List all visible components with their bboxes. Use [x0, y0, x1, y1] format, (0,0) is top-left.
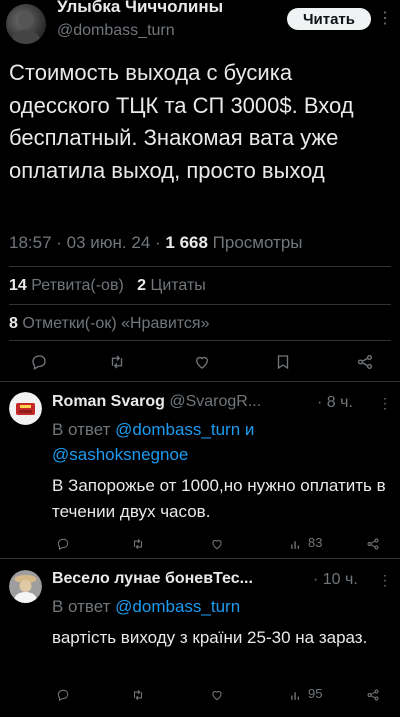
bookmark-icon[interactable] — [270, 350, 296, 374]
share-icon[interactable] — [360, 683, 386, 707]
reply-avatar[interactable] — [9, 570, 42, 603]
retweets-link[interactable]: 14 Ретвита(-ов) — [9, 277, 124, 294]
views-icon[interactable] — [282, 683, 308, 707]
reply-time: · 8 ч. — [317, 394, 353, 411]
retweet-icon[interactable] — [125, 532, 151, 556]
reply-author[interactable]: Roman Svarog @SvarogR... — [52, 393, 261, 411]
share-icon[interactable] — [352, 350, 378, 374]
likes-stats[interactable]: 8 Отметки(-ок) «Нравится» — [9, 315, 209, 333]
likes-count: 8 — [9, 315, 18, 332]
tweet-meta: 18:57 · 03 июн. 24 · 1 668 Просмотры — [9, 233, 303, 253]
like-icon[interactable] — [189, 350, 215, 374]
reply-author-handle: @SvarogR... — [164, 393, 262, 410]
reply-item[interactable]: Весело лунае боневТес... · 10 ч. ⋮ В отв… — [0, 559, 400, 717]
retweets-label: Ретвита(-ов) — [26, 277, 124, 294]
more-icon[interactable]: ⋮ — [378, 395, 392, 412]
reply-author[interactable]: Весело лунае боневТес... — [52, 570, 253, 588]
more-icon[interactable]: ⋮ — [375, 9, 395, 29]
reply-avatar[interactable] — [9, 392, 42, 425]
reply-text: вартість виходу з країни 25-30 на зараз. — [52, 628, 368, 647]
tweet-header: Улыбка Чиччолины @dombass_turn Читать ⋮ — [0, 0, 400, 44]
reply-author-name: Весело лунае боневТес... — [52, 570, 253, 587]
more-icon[interactable]: ⋮ — [378, 572, 392, 589]
retweet-icon[interactable] — [104, 350, 130, 374]
retweet-quote-stats: 14 Ретвита(-ов) 2 Цитаты — [9, 277, 206, 295]
reply-to-line: В ответ @dombass_turn — [52, 597, 240, 617]
likes-label: Отметки(-ок) «Нравится» — [17, 315, 210, 332]
quotes-link[interactable]: 2 Цитаты — [137, 277, 206, 294]
tweet-action-bar — [0, 350, 400, 374]
views-label: Просмотры — [207, 233, 303, 252]
reply-to-line-2: @sashoksnegnoe — [52, 445, 188, 465]
views-count: 95 — [308, 686, 323, 701]
reply-item[interactable]: Roman Svarog @SvarogR... · 8 ч. ⋮ В отве… — [0, 382, 400, 558]
reply-action-bar: 95 — [0, 683, 400, 707]
author-name[interactable]: Улыбка Чиччолины — [57, 0, 223, 17]
author-handle[interactable]: @dombass_turn — [57, 22, 175, 40]
reply-text: В Запорожье от 1000,но нужно оплатить в … — [52, 476, 386, 521]
reply-time: · 10 ч. — [313, 571, 358, 588]
reply-icon[interactable] — [50, 683, 76, 707]
reply-to-link[interactable]: @dombass_turn — [115, 420, 240, 439]
reply-to-prefix: В ответ — [52, 597, 116, 616]
reply-to-and: и — [240, 420, 255, 439]
reply-action-bar: 83 — [0, 532, 400, 556]
retweet-icon[interactable] — [125, 683, 151, 707]
reply-icon[interactable] — [26, 350, 52, 374]
reply-to-link[interactable]: @dombass_turn — [115, 597, 240, 616]
read-button[interactable]: Читать — [287, 8, 371, 30]
retweets-count: 14 — [9, 277, 27, 294]
like-icon[interactable] — [204, 532, 230, 556]
quotes-label: Цитаты — [146, 277, 206, 294]
tweet-time: 18:57 · 03 июн. 24 · — [9, 233, 166, 252]
like-icon[interactable] — [204, 683, 230, 707]
divider — [9, 340, 391, 341]
views-count: 83 — [308, 535, 323, 550]
views-icon[interactable] — [282, 532, 308, 556]
author-avatar[interactable] — [6, 4, 46, 44]
quotes-count: 2 — [137, 277, 147, 294]
tweet-text: Стоимость выхода с бусика одесского ТЦК … — [9, 60, 354, 183]
divider — [9, 304, 391, 305]
reply-icon[interactable] — [50, 532, 76, 556]
divider — [9, 266, 391, 267]
share-icon[interactable] — [360, 532, 386, 556]
reply-to-link[interactable]: @sashoksnegnoe — [52, 445, 188, 464]
views-count: 1 668 — [165, 233, 208, 252]
reply-to-line: В ответ @dombass_turn и — [52, 420, 254, 440]
reply-author-name: Roman Svarog — [52, 393, 165, 410]
reply-to-prefix: В ответ — [52, 420, 116, 439]
